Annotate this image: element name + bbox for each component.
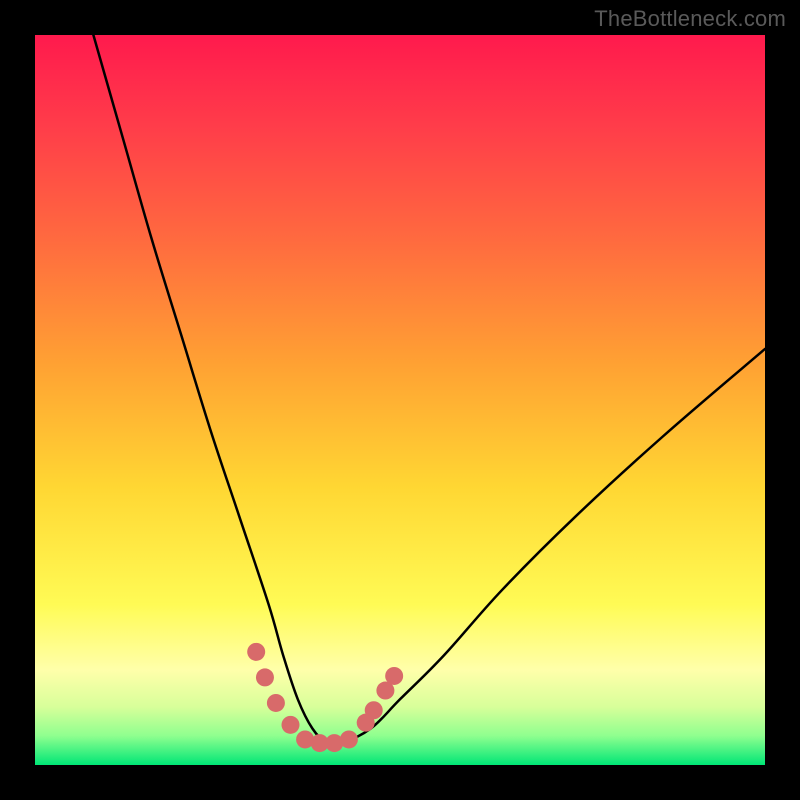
highlight-dot [247,643,265,661]
plot-area [35,35,765,765]
highlight-dot [340,730,358,748]
highlight-dot [365,701,383,719]
highlight-dot [282,716,300,734]
highlight-dot [256,668,274,686]
watermark-text: TheBottleneck.com [594,6,786,32]
highlight-dots [247,643,403,752]
highlight-dot [385,667,403,685]
curve-layer [35,35,765,765]
bottleneck-curve [93,35,765,745]
chart-frame: TheBottleneck.com [0,0,800,800]
highlight-dot [267,694,285,712]
